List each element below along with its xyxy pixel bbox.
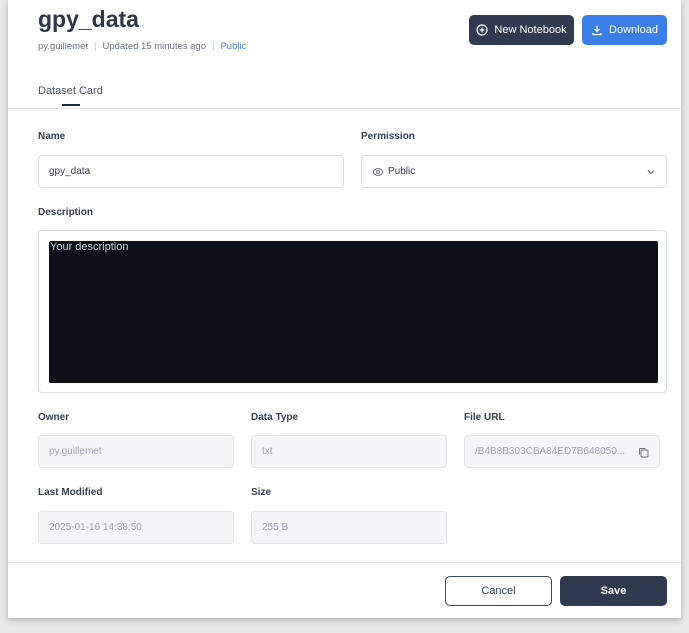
download-button[interactable]: Download <box>582 15 667 45</box>
last-modified-value: 2025-01-16 14:38:50 <box>49 522 142 533</box>
size-field: 255 B <box>251 511 447 544</box>
visibility-label: Public <box>220 41 247 52</box>
data-type-field: txt <box>251 435 447 468</box>
save-label: Save <box>600 585 627 597</box>
cancel-label: Cancel <box>481 585 516 597</box>
description-placeholder: Your description <box>50 241 129 253</box>
eye-icon <box>372 167 384 176</box>
tab-dataset-card[interactable]: Dataset Card <box>38 85 103 97</box>
description-editor[interactable]: Your description <box>49 241 658 383</box>
updated-time: Updated 15 minutes ago <box>102 41 206 52</box>
file-url-value: /B4B8B303CBA84ED7B648050... <box>475 446 626 457</box>
file-url-field: /B4B8B303CBA84ED7B648050... <box>464 435 660 468</box>
data-type-label: Data Type <box>251 412 299 423</box>
plus-circle-icon <box>476 24 489 36</box>
download-icon <box>592 25 602 36</box>
name-label: Name <box>38 131 66 142</box>
dataset-window: gpy_data py.guillemet | Updated 15 minut… <box>8 0 681 618</box>
dataset-meta: py.guillemet | Updated 15 minutes ago | … <box>38 41 246 52</box>
meta-separator: | <box>212 41 215 52</box>
owner-label: Owner <box>38 412 70 423</box>
permission-label: Permission <box>361 131 415 142</box>
file-url-label: File URL <box>464 412 505 423</box>
last-modified-field: 2025-01-16 14:38:50 <box>38 511 234 544</box>
permission-select[interactable]: Public <box>361 155 667 188</box>
owner-value: py.guillemet <box>49 446 102 457</box>
owner-field: py.guillemet <box>38 435 234 468</box>
save-button[interactable]: Save <box>560 576 667 606</box>
data-type-value: txt <box>262 446 273 457</box>
last-modified-label: Last Modified <box>38 487 103 498</box>
size-value: 255 B <box>262 522 289 533</box>
permission-value: Public <box>388 166 416 177</box>
copy-icon[interactable] <box>638 447 649 458</box>
name-input[interactable]: gpy_data <box>38 155 344 188</box>
description-container: Your description <box>38 230 667 393</box>
name-value: gpy_data <box>49 166 91 177</box>
page-title: gpy_data <box>38 6 139 32</box>
cancel-button[interactable]: Cancel <box>445 576 552 606</box>
new-notebook-label: New Notebook <box>494 24 567 36</box>
owner-name: py.guillemet <box>38 41 88 52</box>
meta-separator: | <box>94 41 97 52</box>
active-tab-indicator <box>62 104 80 106</box>
download-label: Download <box>609 24 658 36</box>
tabs-divider <box>8 108 681 109</box>
footer-divider <box>8 562 681 563</box>
size-label: Size <box>251 487 272 498</box>
chevron-down-icon <box>647 170 655 175</box>
description-label: Description <box>38 207 94 218</box>
new-notebook-button[interactable]: New Notebook <box>469 15 574 45</box>
